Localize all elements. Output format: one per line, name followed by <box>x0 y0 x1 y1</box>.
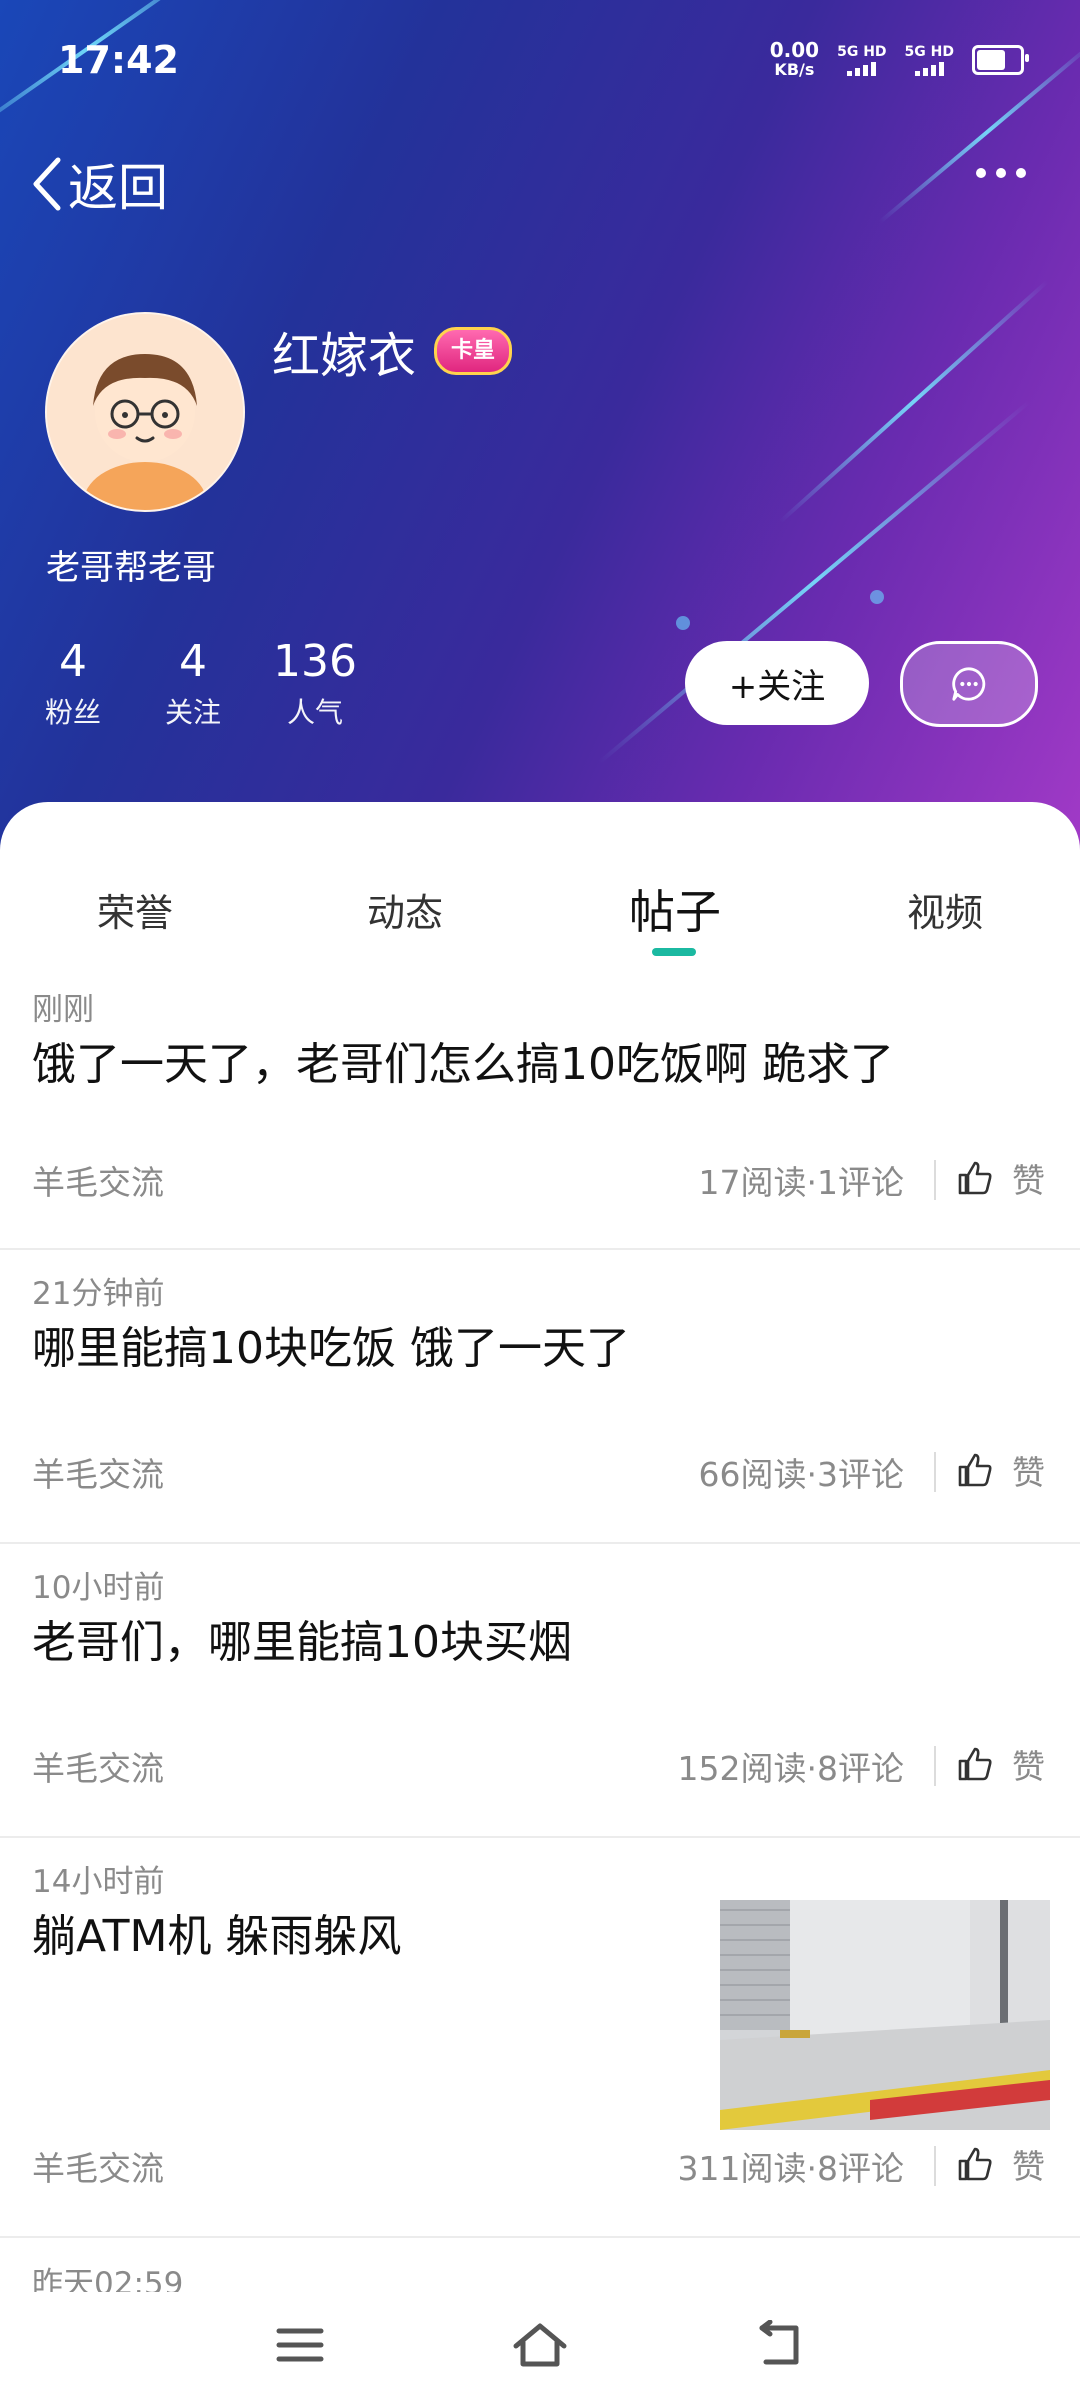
home-icon <box>513 2323 567 2367</box>
post-item[interactable]: 昨天02:59 <box>0 2236 1080 2292</box>
post-meta: 17阅读·1评论 <box>698 1163 904 1202</box>
avatar-illustration <box>47 314 243 510</box>
home-button[interactable] <box>512 2320 568 2374</box>
divider <box>934 1746 936 1786</box>
decor-dot <box>870 590 884 604</box>
status-icons: 0.00 KB/s 5G HD 5G HD <box>769 38 1029 80</box>
signal-icon: 5G HD <box>837 44 887 76</box>
stats-row: 4 粉丝 4 关注 136 人气 <box>40 636 360 731</box>
post-title: 饿了一天了，老哥们怎么搞10吃饭啊 跪求了 <box>32 1039 894 1090</box>
post-category[interactable]: 羊毛交流 <box>32 2142 164 2190</box>
post-category[interactable]: 羊毛交流 <box>32 1742 164 1790</box>
avatar[interactable] <box>45 312 245 512</box>
chevron-left-icon <box>33 157 61 211</box>
tab-posts[interactable]: 帖子 <box>629 876 721 942</box>
post-meta: 66阅读·3评论 <box>698 1455 904 1494</box>
back-label: 返回 <box>68 159 168 217</box>
like-button[interactable]: 赞 <box>956 1154 1045 1202</box>
chat-icon <box>952 667 986 701</box>
tab-indicator <box>652 948 696 956</box>
system-nav-bar <box>0 2292 1080 2408</box>
more-icon[interactable] <box>976 168 1026 178</box>
message-button[interactable] <box>900 641 1038 727</box>
user-bio: 老哥帮老哥 <box>46 548 216 588</box>
divider <box>934 2146 936 2186</box>
post-time: 14小时前 <box>32 1864 165 1900</box>
menu-button[interactable] <box>275 2320 325 2374</box>
tab-honor[interactable]: 荣誉 <box>97 882 173 937</box>
tab-videos[interactable]: 视频 <box>907 882 983 937</box>
post-time: 昨天02:59 <box>32 2266 184 2292</box>
post-item[interactable]: 刚刚 饿了一天了，老哥们怎么搞10吃饭啊 跪求了 羊毛交流 17阅读·1评论 赞 <box>0 972 1080 1250</box>
profile-header: 17:42 0.00 KB/s 5G HD 5G HD 返回 红嫁衣 卡皇 老哥… <box>0 0 1080 860</box>
post-title: 老哥们，哪里能搞10块买烟 <box>32 1617 572 1668</box>
post-time: 刚刚 <box>32 992 94 1028</box>
stat-fans[interactable]: 4 粉丝 <box>40 636 106 731</box>
decor-dot <box>676 616 690 630</box>
divider <box>934 1452 936 1492</box>
battery-icon <box>972 45 1029 75</box>
return-icon <box>759 2319 799 2365</box>
follow-button[interactable]: +关注 <box>685 641 869 725</box>
post-item[interactable]: 14小时前 躺ATM机 躲雨躲风 羊毛交流 311阅读·8评论 赞 <box>0 1836 1080 2238</box>
signal-icon: 5G HD <box>905 44 954 76</box>
post-time: 21分钟前 <box>32 1276 165 1312</box>
status-time: 17:42 <box>58 38 179 82</box>
stat-popularity[interactable]: 136 人气 <box>270 636 360 731</box>
vip-badge: 卡皇 <box>434 327 513 375</box>
menu-icon <box>276 2328 324 2362</box>
post-item[interactable]: 21分钟前 哪里能搞10块吃饭 饿了一天了 羊毛交流 66阅读·3评论 赞 <box>0 1248 1080 1544</box>
thumbs-up-icon <box>958 2147 992 2181</box>
post-item[interactable]: 10小时前 老哥们，哪里能搞10块买烟 羊毛交流 152阅读·8评论 赞 <box>0 1542 1080 1838</box>
post-meta: 311阅读·8评论 <box>677 2149 904 2188</box>
post-time: 10小时前 <box>32 1570 165 1606</box>
post-title: 躺ATM机 躲雨躲风 <box>32 1911 402 1962</box>
like-button[interactable]: 赞 <box>956 1446 1045 1494</box>
net-speed: 0.00 KB/s <box>769 38 820 79</box>
tab-activity[interactable]: 动态 <box>367 882 443 937</box>
thumbnail-image <box>720 1900 1050 2130</box>
content-card: 荣誉 动态 帖子 视频 刚刚 饿了一天了，老哥们怎么搞10吃饭啊 跪求了 羊毛交… <box>0 802 1080 2292</box>
thumbs-up-icon <box>958 1453 992 1487</box>
back-system-button[interactable] <box>756 2319 806 2374</box>
username: 红嫁衣 卡皇 <box>272 316 513 386</box>
post-thumbnail[interactable] <box>720 1900 1050 2130</box>
divider <box>934 1160 936 1200</box>
post-title: 哪里能搞10块吃饭 饿了一天了 <box>32 1323 630 1374</box>
decor-streak <box>778 279 1049 524</box>
post-category[interactable]: 羊毛交流 <box>32 1156 164 1204</box>
tab-bar: 荣誉 动态 帖子 视频 <box>0 882 1080 962</box>
like-button[interactable]: 赞 <box>956 2140 1045 2188</box>
like-button[interactable]: 赞 <box>956 1740 1045 1788</box>
post-meta: 152阅读·8评论 <box>677 1749 904 1788</box>
stat-following[interactable]: 4 关注 <box>160 636 226 731</box>
thumbs-up-icon <box>958 1747 992 1781</box>
back-button[interactable]: 返回 <box>28 148 168 220</box>
thumbs-up-icon <box>958 1161 992 1195</box>
post-category[interactable]: 羊毛交流 <box>32 1448 164 1496</box>
